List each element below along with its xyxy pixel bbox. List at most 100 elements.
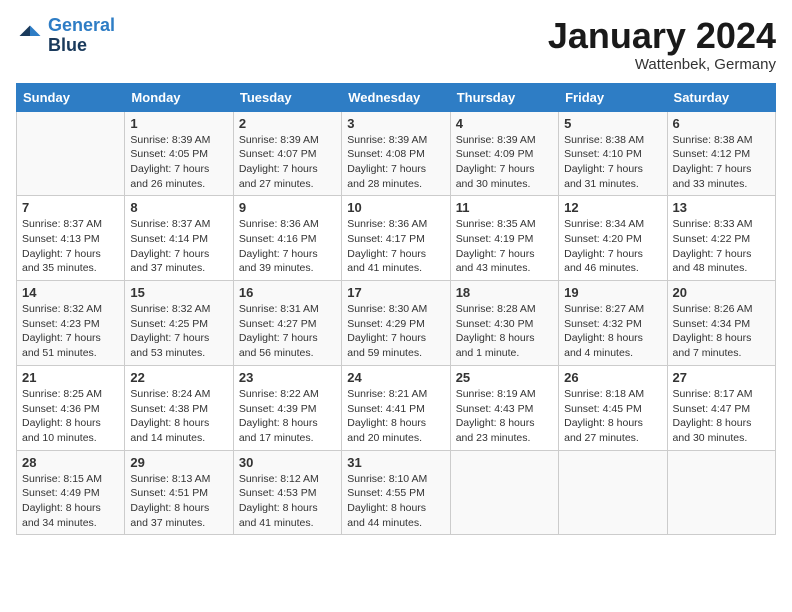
day-info: Sunrise: 8:26 AMSunset: 4:34 PMDaylight:… [673, 302, 770, 361]
day-number: 28 [22, 455, 119, 470]
day-info: Sunrise: 8:31 AMSunset: 4:27 PMDaylight:… [239, 302, 336, 361]
day-header-tuesday: Tuesday [233, 83, 341, 111]
calendar-cell: 21 Sunrise: 8:25 AMSunset: 4:36 PMDayligh… [17, 365, 125, 450]
calendar-cell: 7 Sunrise: 8:37 AMSunset: 4:13 PMDaylight… [17, 196, 125, 281]
calendar-cell: 9 Sunrise: 8:36 AMSunset: 4:16 PMDaylight… [233, 196, 341, 281]
calendar-cell: 28 Sunrise: 8:15 AMSunset: 4:49 PMDayligh… [17, 450, 125, 535]
calendar-cell: 18Sunrise: 8:28 AMSunset: 4:30 PMDayligh… [450, 281, 558, 366]
calendar-cell: 27 Sunrise: 8:17 AMSunset: 4:47 PMDayligh… [667, 365, 775, 450]
calendar-cell: 22 Sunrise: 8:24 AMSunset: 4:38 PMDayligh… [125, 365, 233, 450]
day-info: Sunrise: 8:39 AMSunset: 4:08 PMDaylight:… [347, 133, 444, 192]
calendar-cell: 30 Sunrise: 8:12 AMSunset: 4:53 PMDayligh… [233, 450, 341, 535]
day-number: 19 [564, 285, 661, 300]
day-number: 5 [564, 116, 661, 131]
day-info: Sunrise: 8:24 AMSunset: 4:38 PMDaylight:… [130, 387, 227, 446]
calendar-cell: 25Sunrise: 8:19 AMSunset: 4:43 PMDayligh… [450, 365, 558, 450]
week-row-1: 1 Sunrise: 8:39 AMSunset: 4:05 PMDaylight… [17, 111, 776, 196]
day-info: Sunrise: 8:35 AMSunset: 4:19 PMDaylight:… [456, 217, 553, 276]
day-header-wednesday: Wednesday [342, 83, 450, 111]
logo-text: General Blue [48, 16, 115, 56]
calendar-cell [17, 111, 125, 196]
day-info: Sunrise: 8:21 AMSunset: 4:41 PMDaylight:… [347, 387, 444, 446]
day-info: Sunrise: 8:22 AMSunset: 4:39 PMDaylight:… [239, 387, 336, 446]
calendar-cell: 11 Sunrise: 8:35 AMSunset: 4:19 PMDayligh… [450, 196, 558, 281]
calendar-table: SundayMondayTuesdayWednesdayThursdayFrid… [16, 83, 776, 536]
day-info: Sunrise: 8:13 AMSunset: 4:51 PMDaylight:… [130, 472, 227, 531]
calendar-cell: 15Sunrise: 8:32 AMSunset: 4:25 PMDayligh… [125, 281, 233, 366]
week-row-4: 21 Sunrise: 8:25 AMSunset: 4:36 PMDayligh… [17, 365, 776, 450]
calendar-cell: 20 Sunrise: 8:26 AMSunset: 4:34 PMDayligh… [667, 281, 775, 366]
title-block: January 2024 Wattenbek, Germany [548, 16, 776, 73]
day-info: Sunrise: 8:12 AMSunset: 4:53 PMDaylight:… [239, 472, 336, 531]
calendar-cell: 16 Sunrise: 8:31 AMSunset: 4:27 PMDayligh… [233, 281, 341, 366]
day-number: 27 [673, 370, 770, 385]
day-number: 6 [673, 116, 770, 131]
day-number: 25 [456, 370, 553, 385]
day-number: 13 [673, 200, 770, 215]
day-number: 16 [239, 285, 336, 300]
calendar-cell: 13 Sunrise: 8:33 AMSunset: 4:22 PMDayligh… [667, 196, 775, 281]
day-number: 31 [347, 455, 444, 470]
day-number: 29 [130, 455, 227, 470]
day-info: Sunrise: 8:17 AMSunset: 4:47 PMDaylight:… [673, 387, 770, 446]
day-info: Sunrise: 8:15 AMSunset: 4:49 PMDaylight:… [22, 472, 119, 531]
week-row-3: 14Sunrise: 8:32 AMSunset: 4:23 PMDayligh… [17, 281, 776, 366]
day-header-friday: Friday [559, 83, 667, 111]
month-title: January 2024 [548, 16, 776, 56]
day-number: 14 [22, 285, 119, 300]
day-info: Sunrise: 8:36 AMSunset: 4:17 PMDaylight:… [347, 217, 444, 276]
day-number: 17 [347, 285, 444, 300]
calendar-cell: 8 Sunrise: 8:37 AMSunset: 4:14 PMDaylight… [125, 196, 233, 281]
day-number: 9 [239, 200, 336, 215]
day-number: 7 [22, 200, 119, 215]
calendar-cell [559, 450, 667, 535]
day-info: Sunrise: 8:39 AMSunset: 4:07 PMDaylight:… [239, 133, 336, 192]
day-info: Sunrise: 8:38 AMSunset: 4:12 PMDaylight:… [673, 133, 770, 192]
calendar-cell: 19Sunrise: 8:27 AMSunset: 4:32 PMDayligh… [559, 281, 667, 366]
day-number: 24 [347, 370, 444, 385]
day-number: 23 [239, 370, 336, 385]
day-info: Sunrise: 8:39 AMSunset: 4:05 PMDaylight:… [130, 133, 227, 192]
calendar-cell: 14Sunrise: 8:32 AMSunset: 4:23 PMDayligh… [17, 281, 125, 366]
day-info: Sunrise: 8:34 AMSunset: 4:20 PMDaylight:… [564, 217, 661, 276]
day-number: 20 [673, 285, 770, 300]
week-row-2: 7 Sunrise: 8:37 AMSunset: 4:13 PMDaylight… [17, 196, 776, 281]
day-number: 8 [130, 200, 227, 215]
calendar-cell: 2Sunrise: 8:39 AMSunset: 4:07 PMDaylight… [233, 111, 341, 196]
day-header-thursday: Thursday [450, 83, 558, 111]
day-number: 10 [347, 200, 444, 215]
day-number: 22 [130, 370, 227, 385]
day-info: Sunrise: 8:25 AMSunset: 4:36 PMDaylight:… [22, 387, 119, 446]
day-info: Sunrise: 8:36 AMSunset: 4:16 PMDaylight:… [239, 217, 336, 276]
day-header-monday: Monday [125, 83, 233, 111]
logo-icon [16, 22, 44, 50]
day-info: Sunrise: 8:18 AMSunset: 4:45 PMDaylight:… [564, 387, 661, 446]
day-info: Sunrise: 8:32 AMSunset: 4:25 PMDaylight:… [130, 302, 227, 361]
day-number: 12 [564, 200, 661, 215]
calendar-cell: 26 Sunrise: 8:18 AMSunset: 4:45 PMDayligh… [559, 365, 667, 450]
day-number: 1 [130, 116, 227, 131]
calendar-cell: 1 Sunrise: 8:39 AMSunset: 4:05 PMDaylight… [125, 111, 233, 196]
days-header-row: SundayMondayTuesdayWednesdayThursdayFrid… [17, 83, 776, 111]
calendar-cell: 3Sunrise: 8:39 AMSunset: 4:08 PMDaylight… [342, 111, 450, 196]
week-row-5: 28 Sunrise: 8:15 AMSunset: 4:49 PMDayligh… [17, 450, 776, 535]
day-info: Sunrise: 8:33 AMSunset: 4:22 PMDaylight:… [673, 217, 770, 276]
calendar-cell [667, 450, 775, 535]
calendar-cell: 5 Sunrise: 8:38 AMSunset: 4:10 PMDaylight… [559, 111, 667, 196]
day-header-saturday: Saturday [667, 83, 775, 111]
day-info: Sunrise: 8:38 AMSunset: 4:10 PMDaylight:… [564, 133, 661, 192]
day-info: Sunrise: 8:37 AMSunset: 4:13 PMDaylight:… [22, 217, 119, 276]
calendar-cell: 24 Sunrise: 8:21 AMSunset: 4:41 PMDayligh… [342, 365, 450, 450]
day-number: 11 [456, 200, 553, 215]
day-info: Sunrise: 8:37 AMSunset: 4:14 PMDaylight:… [130, 217, 227, 276]
day-header-sunday: Sunday [17, 83, 125, 111]
day-number: 26 [564, 370, 661, 385]
day-number: 30 [239, 455, 336, 470]
calendar-cell: 29 Sunrise: 8:13 AMSunset: 4:51 PMDayligh… [125, 450, 233, 535]
day-number: 21 [22, 370, 119, 385]
calendar-cell: 12 Sunrise: 8:34 AMSunset: 4:20 PMDayligh… [559, 196, 667, 281]
day-info: Sunrise: 8:10 AMSunset: 4:55 PMDaylight:… [347, 472, 444, 531]
calendar-cell: 31 Sunrise: 8:10 AMSunset: 4:55 PMDayligh… [342, 450, 450, 535]
day-info: Sunrise: 8:39 AMSunset: 4:09 PMDaylight:… [456, 133, 553, 192]
calendar-cell: 17Sunrise: 8:30 AMSunset: 4:29 PMDayligh… [342, 281, 450, 366]
